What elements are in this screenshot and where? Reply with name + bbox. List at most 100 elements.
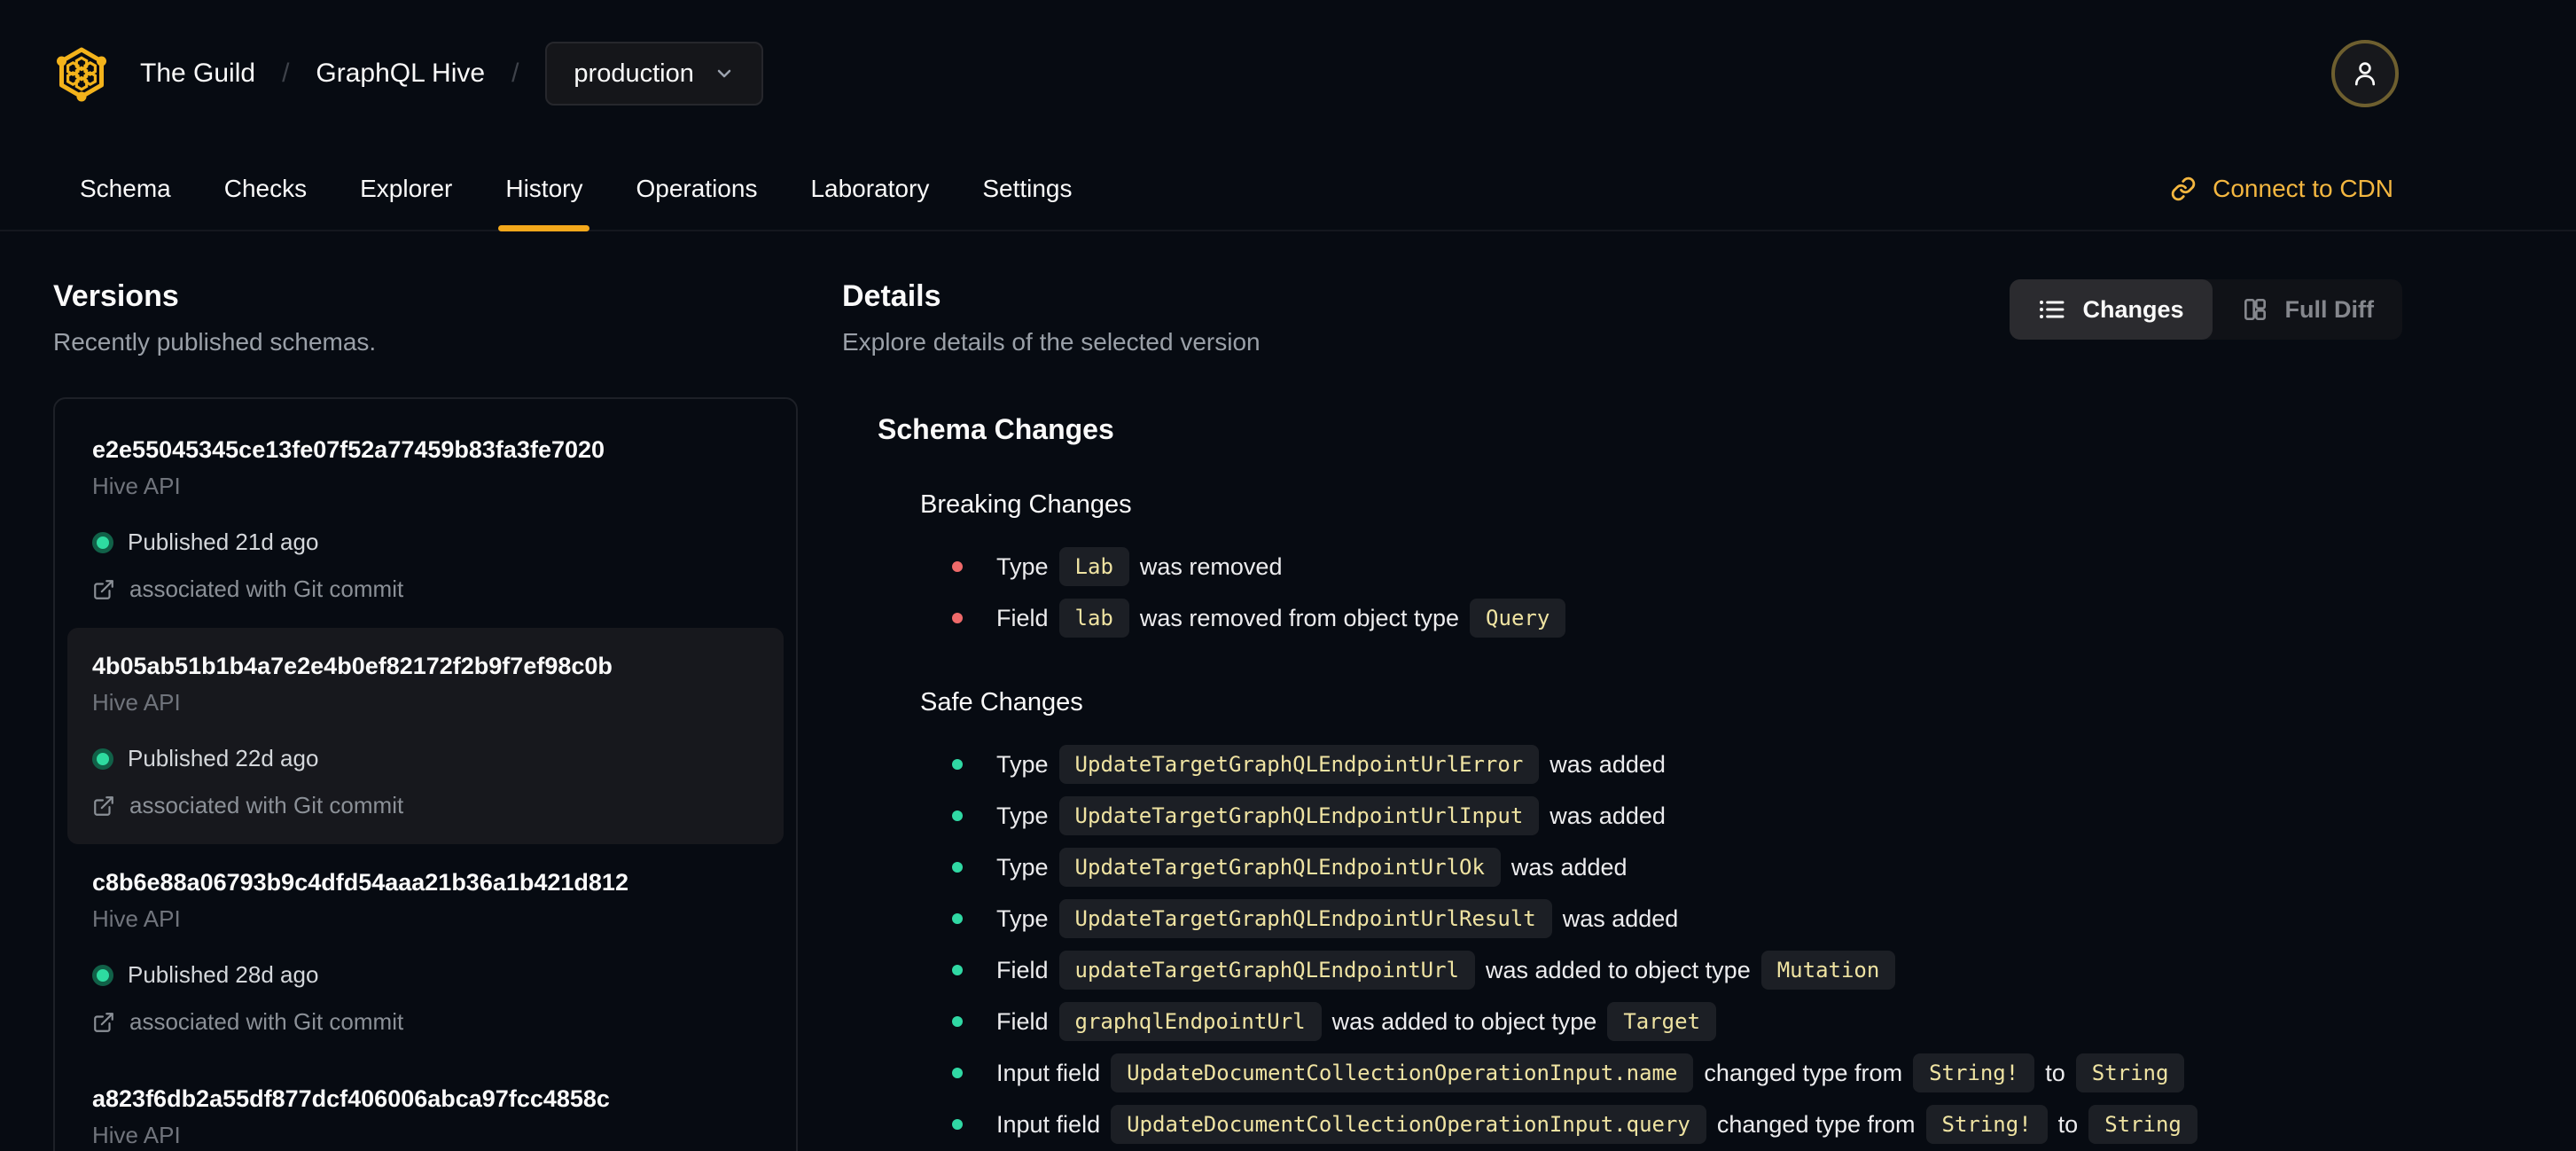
schema-changes-section: Schema Changes Breaking Changes Type Lab w…: [878, 413, 2402, 1150]
external-link-icon: [94, 1012, 113, 1032]
versions-subtitle: Recently published schemas.: [53, 328, 377, 356]
version-published: Published 28d ago: [92, 961, 759, 989]
published-status-dot: [92, 964, 113, 986]
details-title: Details: [842, 279, 941, 313]
change-text-segment: Input field: [996, 1059, 1101, 1086]
tab-operations[interactable]: Operations: [636, 147, 757, 230]
code-chip: String: [2075, 1053, 2185, 1092]
version-card[interactable]: c8b6e88a06793b9c4dfd54aaa21b36a1b421d812…: [67, 844, 784, 1061]
code-chip: Lab: [1058, 547, 1129, 586]
safe-changes-group: Safe Changes Type UpdateTargetGraphQLEndp…: [920, 688, 2402, 1150]
version-hash: a823f6db2a55df877dcf406006abca97fcc4858c: [92, 1085, 610, 1112]
breadcrumb-project[interactable]: GraphQL Hive: [316, 59, 485, 89]
version-published: Published 22d ago: [92, 745, 759, 772]
code-chip: graphqlEndpointUrl: [1058, 1002, 1322, 1041]
change-text-segment: was added to object type: [1331, 1007, 1597, 1035]
connect-to-cdn-label: Connect to CDN: [2213, 174, 2393, 202]
versions-list: e2e55045345ce13fe07f52a77459b83fa3fe7020…: [53, 397, 798, 1151]
change-text: Field updateTargetGraphQLEndpointUrl was a…: [996, 951, 1906, 990]
change-text-segment: changed type from: [1716, 1110, 1916, 1138]
git-commit-label: associated with Git commit: [129, 576, 404, 602]
version-service: Hive API: [92, 689, 181, 716]
tab-laboratory[interactable]: Laboratory: [810, 147, 929, 230]
change-text: Type Lab was removed: [996, 547, 1282, 586]
tab-checks[interactable]: Checks: [224, 147, 307, 230]
change-text-segment: was added: [1510, 853, 1628, 881]
git-commit-label: associated with Git commit: [129, 792, 404, 818]
code-chip: String!: [1913, 1053, 2035, 1092]
version-hash: c8b6e88a06793b9c4dfd54aaa21b36a1b421d812: [92, 869, 628, 896]
change-text-segment: Field: [996, 956, 1049, 983]
published-status-dot: [92, 748, 113, 770]
change-text-segment: was added: [1550, 750, 1666, 778]
change-text-segment: was removed: [1139, 552, 1283, 580]
change-text: Field graphqlEndpointUrl was added to obje…: [996, 1002, 1727, 1041]
external-link-icon: [94, 579, 113, 599]
version-card[interactable]: 4b05ab51b1b4a7e2e4b0ef82172f2b9f7ef98c0b…: [67, 628, 784, 844]
version-service: Hive API: [92, 1122, 181, 1148]
code-chip: UpdateDocumentCollectionOperationInput.q…: [1111, 1105, 1706, 1144]
change-text-segment: to: [2057, 1110, 2079, 1138]
tab-explorer[interactable]: Explorer: [360, 147, 452, 230]
published-label: Published 28d ago: [128, 961, 319, 988]
change-text: Input field UpdateDocumentCollectionOpera…: [996, 1105, 2208, 1144]
version-hash: e2e55045345ce13fe07f52a77459b83fa3fe7020: [92, 436, 605, 463]
content: Versions Recently published schemas. e2e…: [0, 231, 2576, 1151]
git-commit-link[interactable]: associated with Git commit: [92, 576, 759, 603]
change-bullet: [952, 1119, 963, 1130]
user-menu-button[interactable]: [2331, 40, 2399, 107]
details-header-text: Details Explore details of the selected …: [842, 279, 1261, 356]
version-card[interactable]: a823f6db2a55df877dcf406006abca97fcc4858c…: [67, 1061, 784, 1151]
code-chip: String!: [1925, 1105, 2048, 1144]
tab-settings[interactable]: Settings: [982, 147, 1072, 230]
change-text-segment: Input field: [996, 1110, 1101, 1138]
change-text: Type UpdateTargetGraphQLEndpointUrlError w…: [996, 745, 1666, 784]
breaking-changes-list: Type Lab was removed Field lab was removed fr…: [952, 541, 2402, 644]
details-header: Details Explore details of the selected …: [842, 279, 2402, 356]
breadcrumb-org[interactable]: The Guild: [140, 59, 255, 89]
versions-title: Versions: [53, 279, 179, 313]
published-label: Published 22d ago: [128, 745, 319, 771]
change-bullet: [952, 561, 963, 572]
git-commit-label: associated with Git commit: [129, 1008, 404, 1035]
change-text-segment: Field: [996, 604, 1049, 631]
breadcrumb-separator: /: [511, 59, 519, 88]
changes-view-button[interactable]: Changes: [2010, 279, 2213, 340]
git-commit-link[interactable]: associated with Git commit: [92, 792, 759, 819]
change-item: Type Lab was removed: [952, 541, 2402, 592]
tab-schema[interactable]: Schema: [80, 147, 171, 230]
change-text-segment: changed type from: [1704, 1059, 1903, 1086]
changes-view-label: Changes: [2082, 295, 2184, 323]
version-card[interactable]: e2e55045345ce13fe07f52a77459b83fa3fe7020…: [67, 411, 784, 628]
change-bullet: [952, 613, 963, 623]
full-diff-view-label: Full Diff: [2284, 295, 2374, 323]
change-bullet: [952, 810, 963, 821]
change-item: Field updateTargetGraphQLEndpointUrl was a…: [952, 944, 2402, 996]
code-chip: Mutation: [1760, 951, 1896, 990]
full-diff-view-button[interactable]: Full Diff: [2213, 279, 2402, 340]
code-chip: UpdateTargetGraphQLEndpointUrlOk: [1058, 848, 1501, 887]
target-selector[interactable]: production: [545, 42, 763, 106]
change-item: Type UpdateTargetGraphQLEndpointUrlInput w…: [952, 790, 2402, 842]
link-icon: [2171, 176, 2196, 200]
connect-to-cdn-button[interactable]: Connect to CDN: [2170, 147, 2393, 230]
main-nav: Schema Checks Explorer History Operation…: [0, 147, 2576, 231]
list-icon: [2040, 301, 2065, 318]
code-chip: UpdateTargetGraphQLEndpointUrlResult: [1058, 899, 1552, 938]
change-text-segment: Type: [996, 750, 1049, 778]
safe-changes-list: Type UpdateTargetGraphQLEndpointUrlError w…: [952, 739, 2402, 1150]
change-text: Type UpdateTargetGraphQLEndpointUrlOk was …: [996, 848, 1628, 887]
change-item: Field graphqlEndpointUrl was added to obje…: [952, 996, 2402, 1047]
schema-changes-title: Schema Changes: [878, 413, 1114, 445]
git-commit-link[interactable]: associated with Git commit: [92, 1008, 759, 1036]
change-item: Input field UpdateDocumentCollectionOpera…: [952, 1099, 2402, 1150]
hive-logo-icon[interactable]: [53, 45, 110, 102]
change-item: Type UpdateTargetGraphQLEndpointUrlResult…: [952, 893, 2402, 944]
published-status-dot: [92, 531, 113, 553]
details-panel: Details Explore details of the selected …: [842, 279, 2402, 1151]
change-text-segment: was added to object type: [1486, 956, 1751, 983]
tab-history[interactable]: History: [498, 147, 590, 231]
change-text: Type UpdateTargetGraphQLEndpointUrlResult…: [996, 899, 1678, 938]
change-item: Field lab was removed from object type Quer…: [952, 592, 2402, 644]
change-text: Type UpdateTargetGraphQLEndpointUrlInput w…: [996, 796, 1666, 835]
